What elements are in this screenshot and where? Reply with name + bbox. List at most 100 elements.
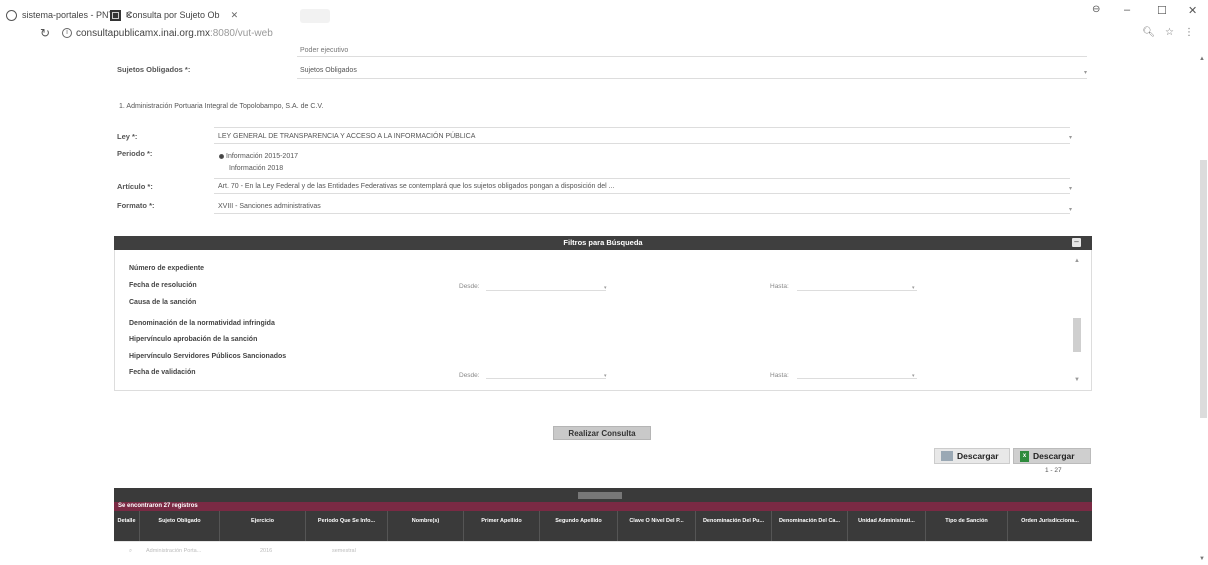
divider xyxy=(297,56,1087,57)
col-denominacion-cargo[interactable]: Denominación Del Ca... xyxy=(772,511,848,541)
divider xyxy=(214,143,1070,144)
account-icon[interactable]: ⊖ xyxy=(1092,4,1100,15)
formato-label: Formato *: xyxy=(117,201,155,210)
page-scroll-down-icon[interactable]: ▼ xyxy=(1199,556,1205,562)
periodo-label: Periodo *: xyxy=(117,149,153,158)
filter-causa-sancion: Causa de la sanción xyxy=(129,299,197,306)
filters-title: Filtros para Búsqueda xyxy=(563,238,643,247)
chevron-down-icon[interactable]: ▾ xyxy=(1084,69,1087,76)
grid-icon xyxy=(110,9,121,21)
download-icon xyxy=(941,451,953,461)
desde-label: Desde: xyxy=(459,283,480,290)
col-periodo[interactable]: Periodo Que Se Info... xyxy=(306,511,388,541)
divider xyxy=(214,213,1070,214)
collapse-icon[interactable]: – xyxy=(1072,238,1081,247)
url-path: :8080/vut-web xyxy=(209,28,273,39)
filter-hipervinculo-aprobacion: Hipervínculo aprobación de la sanción xyxy=(129,336,258,343)
filters-header[interactable]: Filtros para Búsqueda xyxy=(114,236,1092,250)
descargar-label: Descargar xyxy=(957,451,999,461)
filter-numero-expediente: Número de expediente xyxy=(129,265,205,272)
reload-icon[interactable]: ↻ xyxy=(40,26,50,40)
divider xyxy=(114,541,1092,542)
hasta-label: Hasta: xyxy=(770,372,789,379)
maximize-button[interactable]: ☐ xyxy=(1157,4,1167,17)
panel-border xyxy=(1091,250,1092,390)
sujeto-selected: 1. Administración Portuaria Integral de … xyxy=(119,103,324,110)
ley-select[interactable]: LEY GENERAL DE TRANSPARENCIA Y ACCESO A … xyxy=(218,133,475,140)
articulo-select[interactable]: Art. 70 - En la Ley Federal y de las Ent… xyxy=(218,183,615,190)
fecha-validacion-desde-input[interactable] xyxy=(486,378,606,379)
url-host: consultapublicamx.inai.org.mx xyxy=(76,28,210,39)
scroll-down-icon[interactable]: ▼ xyxy=(1074,377,1080,383)
desde-label: Desde: xyxy=(459,372,480,379)
articulo-label: Artículo *: xyxy=(117,182,153,191)
chevron-down-icon[interactable]: ▾ xyxy=(1069,206,1072,213)
tab-label: Consulta por Sujeto Ob xyxy=(126,10,220,20)
chevron-down-icon[interactable]: ▾ xyxy=(1069,134,1072,141)
filter-fecha-resolucion: Fecha de resolución xyxy=(129,282,197,289)
menu-icon[interactable]: ⋮ xyxy=(1184,27,1194,38)
sujetos-select[interactable]: Sujetos Obligados xyxy=(300,67,357,74)
calendar-icon[interactable]: ▾ xyxy=(912,373,915,379)
ley-label: Ley *: xyxy=(117,132,138,141)
minimize-button[interactable]: – xyxy=(1124,4,1130,16)
descargar-excel-button[interactable]: Descargar xyxy=(934,448,1010,464)
periodo-option-2: Información 2018 xyxy=(229,165,284,172)
close-tab-icon[interactable]: ✕ xyxy=(231,10,239,21)
calendar-icon[interactable]: ▾ xyxy=(912,285,915,291)
periodo-radio-1[interactable] xyxy=(219,154,224,159)
fecha-resolucion-hasta-input[interactable] xyxy=(797,290,917,291)
filters-scrollbar[interactable] xyxy=(1073,318,1081,352)
globe-icon xyxy=(6,9,17,21)
calendar-icon[interactable]: ▾ xyxy=(604,373,607,379)
tipo-value: Poder ejecutivo xyxy=(300,47,349,54)
row-periodo: semestral xyxy=(332,548,356,554)
tab-bar: sistema-portales - PNT ✕ Consulta por Su… xyxy=(0,0,1208,24)
col-denominacion-puesto[interactable]: Denominación Del Pu... xyxy=(696,511,772,541)
col-segundo-apellido[interactable]: Segundo Apellido xyxy=(540,511,618,541)
address-actions: 🔍︎ ☆ ⋮ xyxy=(1142,27,1194,38)
row-detail-icon[interactable]: ⌕ xyxy=(129,548,132,555)
calendar-icon[interactable]: ▾ xyxy=(604,285,607,291)
col-unidad-administrativa[interactable]: Unidad Administrati... xyxy=(848,511,926,541)
grid-pager[interactable] xyxy=(578,492,622,499)
fecha-resolucion-desde-input[interactable] xyxy=(486,290,606,291)
descargar-label: Descargar xyxy=(1033,451,1075,461)
panel-border xyxy=(114,250,115,390)
tab-consulta[interactable]: Consulta por Sujeto Ob ✕ xyxy=(110,6,238,24)
address-bar[interactable]: consultapublicamx.inai.org.mx:8080/vut-w… xyxy=(76,28,273,39)
close-window-button[interactable]: ✕ xyxy=(1188,4,1197,17)
col-detalle[interactable]: Detalle xyxy=(114,511,140,541)
scroll-up-icon[interactable]: ▲ xyxy=(1074,258,1080,264)
periodo-option-1: Información 2015-2017 xyxy=(226,153,298,160)
panel-border xyxy=(114,390,1092,391)
page-scrollbar[interactable] xyxy=(1200,160,1207,418)
fecha-validacion-hasta-input[interactable] xyxy=(797,378,917,379)
sujetos-label: Sujetos Obligados *: xyxy=(117,65,191,74)
new-tab-button[interactable] xyxy=(300,9,330,23)
grid-header: Detalle Sujeto Obligado Ejercicio Period… xyxy=(114,511,1092,541)
records-bar: Se encontraron 27 registros xyxy=(114,502,1092,511)
col-ejercicio[interactable]: Ejercicio xyxy=(220,511,306,541)
divider xyxy=(297,78,1087,79)
excel-icon: x xyxy=(1020,450,1029,462)
col-primer-apellido[interactable]: Primer Apellido xyxy=(464,511,540,541)
page-scroll-up-icon[interactable]: ▲ xyxy=(1199,56,1205,62)
hasta-label: Hasta: xyxy=(770,283,789,290)
col-clave-nivel[interactable]: Clave O Nivel Del P... xyxy=(618,511,696,541)
formato-select[interactable]: XVIII - Sanciones administrativas xyxy=(218,203,321,210)
info-icon[interactable]: i xyxy=(62,28,72,38)
realizar-consulta-button[interactable]: Realizar Consulta xyxy=(553,426,651,440)
col-orden-jurisdiccional[interactable]: Orden Jurisdicciona... xyxy=(1008,511,1092,541)
divider xyxy=(214,193,1070,194)
col-nombres[interactable]: Nombre(s) xyxy=(388,511,464,541)
row-ejercicio: 2016 xyxy=(260,548,273,554)
zoom-icon[interactable]: 🔍︎ xyxy=(1142,27,1155,38)
chevron-down-icon[interactable]: ▾ xyxy=(1069,185,1072,192)
col-tipo-sancion[interactable]: Tipo de Sanción xyxy=(926,511,1008,541)
pagination-info: 1 - 27 xyxy=(1045,467,1062,474)
star-icon[interactable]: ☆ xyxy=(1165,27,1174,38)
col-sujeto-obligado[interactable]: Sujeto Obligado xyxy=(140,511,220,541)
filter-normatividad: Denominación de la normatividad infringi… xyxy=(129,320,275,327)
descargar-csv-button[interactable]: x Descargar xyxy=(1013,448,1091,464)
